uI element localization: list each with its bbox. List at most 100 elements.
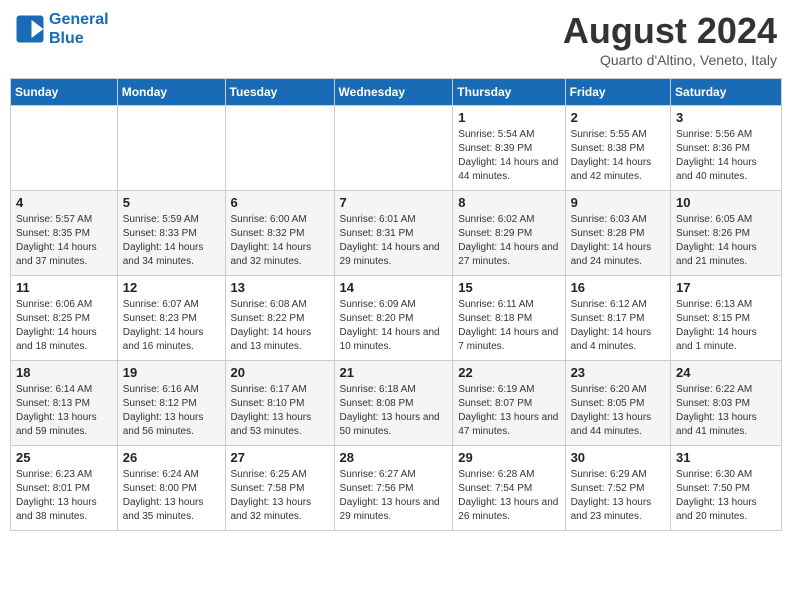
day-number: 14 [340, 280, 448, 295]
month-title: August 2024 [563, 10, 777, 52]
calendar-header: SundayMondayTuesdayWednesdayThursdayFrid… [11, 79, 782, 106]
day-info: Sunrise: 5:55 AM Sunset: 8:38 PM Dayligh… [571, 128, 665, 184]
calendar-body: 1 Sunrise: 5:54 AM Sunset: 8:39 PM Daylig… [11, 106, 782, 531]
day-number: 10 [676, 195, 776, 210]
day-info: Sunrise: 6:14 AM Sunset: 8:13 PM Dayligh… [16, 383, 112, 439]
day-cell: 13 Sunrise: 6:08 AM Sunset: 8:22 PM Dayli… [225, 276, 334, 361]
day-info: Sunrise: 6:08 AM Sunset: 8:22 PM Dayligh… [231, 298, 329, 354]
day-cell: 3 Sunrise: 5:56 AM Sunset: 8:36 PM Daylig… [671, 106, 782, 191]
week-row-3: 11 Sunrise: 6:06 AM Sunset: 8:25 PM Dayli… [11, 276, 782, 361]
day-cell: 8Sunrise: 6:02 AM Sunset: 8:29 PM Daylig… [453, 191, 565, 276]
col-header-tuesday: Tuesday [225, 79, 334, 106]
day-number: 28 [340, 450, 448, 465]
day-cell [334, 106, 453, 191]
day-cell: 1 Sunrise: 5:54 AM Sunset: 8:39 PM Daylig… [453, 106, 565, 191]
day-info: Sunrise: 6:07 AM Sunset: 8:23 PM Dayligh… [123, 298, 220, 354]
day-cell [117, 106, 225, 191]
day-info: Sunrise: 6:27 AM Sunset: 7:56 PM Dayligh… [340, 468, 448, 524]
logo-text: General Blue [49, 10, 109, 48]
day-cell: 15 Sunrise: 6:11 AM Sunset: 8:18 PM Dayli… [453, 276, 565, 361]
day-number: 22 [458, 365, 559, 380]
day-info: Sunrise: 6:02 AM Sunset: 8:29 PM Dayligh… [458, 213, 559, 269]
day-cell: 25 Sunrise: 6:23 AM Sunset: 8:01 PM Dayli… [11, 446, 118, 531]
day-cell: 6 Sunrise: 6:00 AM Sunset: 8:32 PM Daylig… [225, 191, 334, 276]
day-info: Sunrise: 6:01 AM Sunset: 8:31 PM Dayligh… [340, 213, 448, 269]
day-number: 26 [123, 450, 220, 465]
day-info: Sunrise: 6:03 AM Sunset: 8:28 PM Dayligh… [571, 213, 665, 269]
logo-line2: Blue [49, 30, 84, 47]
day-info: Sunrise: 6:28 AM Sunset: 7:54 PM Dayligh… [458, 468, 559, 524]
day-cell: 30Sunrise: 6:29 AM Sunset: 7:52 PM Dayli… [565, 446, 670, 531]
day-info: Sunrise: 5:57 AM Sunset: 8:35 PM Dayligh… [16, 213, 112, 269]
calendar-table: SundayMondayTuesdayWednesdayThursdayFrid… [10, 78, 782, 531]
day-cell: 12Sunrise: 6:07 AM Sunset: 8:23 PM Dayli… [117, 276, 225, 361]
day-number: 19 [123, 365, 220, 380]
day-number: 7 [340, 195, 448, 210]
day-number: 25 [16, 450, 112, 465]
day-number: 17 [676, 280, 776, 295]
day-cell: 29 Sunrise: 6:28 AM Sunset: 7:54 PM Dayli… [453, 446, 565, 531]
day-cell [225, 106, 334, 191]
day-info: Sunrise: 6:05 AM Sunset: 8:26 PM Dayligh… [676, 213, 776, 269]
col-header-monday: Monday [117, 79, 225, 106]
day-number: 24 [676, 365, 776, 380]
day-cell: 18Sunrise: 6:14 AM Sunset: 8:13 PM Dayli… [11, 361, 118, 446]
day-number: 3 [676, 110, 776, 125]
week-row-2: 4 Sunrise: 5:57 AM Sunset: 8:35 PM Daylig… [11, 191, 782, 276]
day-number: 20 [231, 365, 329, 380]
col-header-saturday: Saturday [671, 79, 782, 106]
day-cell: 16Sunrise: 6:12 AM Sunset: 8:17 PM Dayli… [565, 276, 670, 361]
location-subtitle: Quarto d'Altino, Veneto, Italy [563, 52, 777, 68]
day-cell: 5Sunrise: 5:59 AM Sunset: 8:33 PM Daylig… [117, 191, 225, 276]
logo-icon [15, 14, 45, 44]
day-cell: 21Sunrise: 6:18 AM Sunset: 8:08 PM Dayli… [334, 361, 453, 446]
logo-line1: General [49, 11, 109, 28]
day-info: Sunrise: 6:06 AM Sunset: 8:25 PM Dayligh… [16, 298, 112, 354]
day-info: Sunrise: 6:30 AM Sunset: 7:50 PM Dayligh… [676, 468, 776, 524]
day-cell: 31 Sunrise: 6:30 AM Sunset: 7:50 PM Dayli… [671, 446, 782, 531]
day-number: 6 [231, 195, 329, 210]
day-cell: 27Sunrise: 6:25 AM Sunset: 7:58 PM Dayli… [225, 446, 334, 531]
day-info: Sunrise: 6:19 AM Sunset: 8:07 PM Dayligh… [458, 383, 559, 439]
day-number: 15 [458, 280, 559, 295]
day-number: 23 [571, 365, 665, 380]
day-cell: 23 Sunrise: 6:20 AM Sunset: 8:05 PM Dayli… [565, 361, 670, 446]
day-info: Sunrise: 6:23 AM Sunset: 8:01 PM Dayligh… [16, 468, 112, 524]
day-info: Sunrise: 6:29 AM Sunset: 7:52 PM Dayligh… [571, 468, 665, 524]
day-info: Sunrise: 6:17 AM Sunset: 8:10 PM Dayligh… [231, 383, 329, 439]
day-cell: 24 Sunrise: 6:22 AM Sunset: 8:03 PM Dayli… [671, 361, 782, 446]
week-row-4: 18Sunrise: 6:14 AM Sunset: 8:13 PM Dayli… [11, 361, 782, 446]
day-info: Sunrise: 6:00 AM Sunset: 8:32 PM Dayligh… [231, 213, 329, 269]
page-header: General Blue August 2024 Quarto d'Altino… [10, 10, 782, 68]
day-number: 4 [16, 195, 112, 210]
logo: General Blue [15, 10, 109, 48]
day-number: 13 [231, 280, 329, 295]
day-cell [11, 106, 118, 191]
day-info: Sunrise: 6:11 AM Sunset: 8:18 PM Dayligh… [458, 298, 559, 354]
day-cell: 10 Sunrise: 6:05 AM Sunset: 8:26 PM Dayli… [671, 191, 782, 276]
day-number: 1 [458, 110, 559, 125]
day-info: Sunrise: 5:54 AM Sunset: 8:39 PM Dayligh… [458, 128, 559, 184]
day-number: 29 [458, 450, 559, 465]
day-cell: 7 Sunrise: 6:01 AM Sunset: 8:31 PM Daylig… [334, 191, 453, 276]
col-header-thursday: Thursday [453, 79, 565, 106]
day-cell: 11 Sunrise: 6:06 AM Sunset: 8:25 PM Dayli… [11, 276, 118, 361]
day-cell: 26 Sunrise: 6:24 AM Sunset: 8:00 PM Dayli… [117, 446, 225, 531]
day-info: Sunrise: 6:20 AM Sunset: 8:05 PM Dayligh… [571, 383, 665, 439]
day-number: 31 [676, 450, 776, 465]
col-header-friday: Friday [565, 79, 670, 106]
week-row-5: 25 Sunrise: 6:23 AM Sunset: 8:01 PM Dayli… [11, 446, 782, 531]
day-cell: 4 Sunrise: 5:57 AM Sunset: 8:35 PM Daylig… [11, 191, 118, 276]
day-number: 11 [16, 280, 112, 295]
day-number: 2 [571, 110, 665, 125]
day-info: Sunrise: 5:56 AM Sunset: 8:36 PM Dayligh… [676, 128, 776, 184]
day-info: Sunrise: 6:24 AM Sunset: 8:00 PM Dayligh… [123, 468, 220, 524]
day-cell: 2 Sunrise: 5:55 AM Sunset: 8:38 PM Daylig… [565, 106, 670, 191]
day-number: 9 [571, 195, 665, 210]
day-cell: 20 Sunrise: 6:17 AM Sunset: 8:10 PM Dayli… [225, 361, 334, 446]
day-cell: 14Sunrise: 6:09 AM Sunset: 8:20 PM Dayli… [334, 276, 453, 361]
day-info: Sunrise: 5:59 AM Sunset: 8:33 PM Dayligh… [123, 213, 220, 269]
day-cell: 28 Sunrise: 6:27 AM Sunset: 7:56 PM Dayli… [334, 446, 453, 531]
day-number: 27 [231, 450, 329, 465]
day-info: Sunrise: 6:22 AM Sunset: 8:03 PM Dayligh… [676, 383, 776, 439]
